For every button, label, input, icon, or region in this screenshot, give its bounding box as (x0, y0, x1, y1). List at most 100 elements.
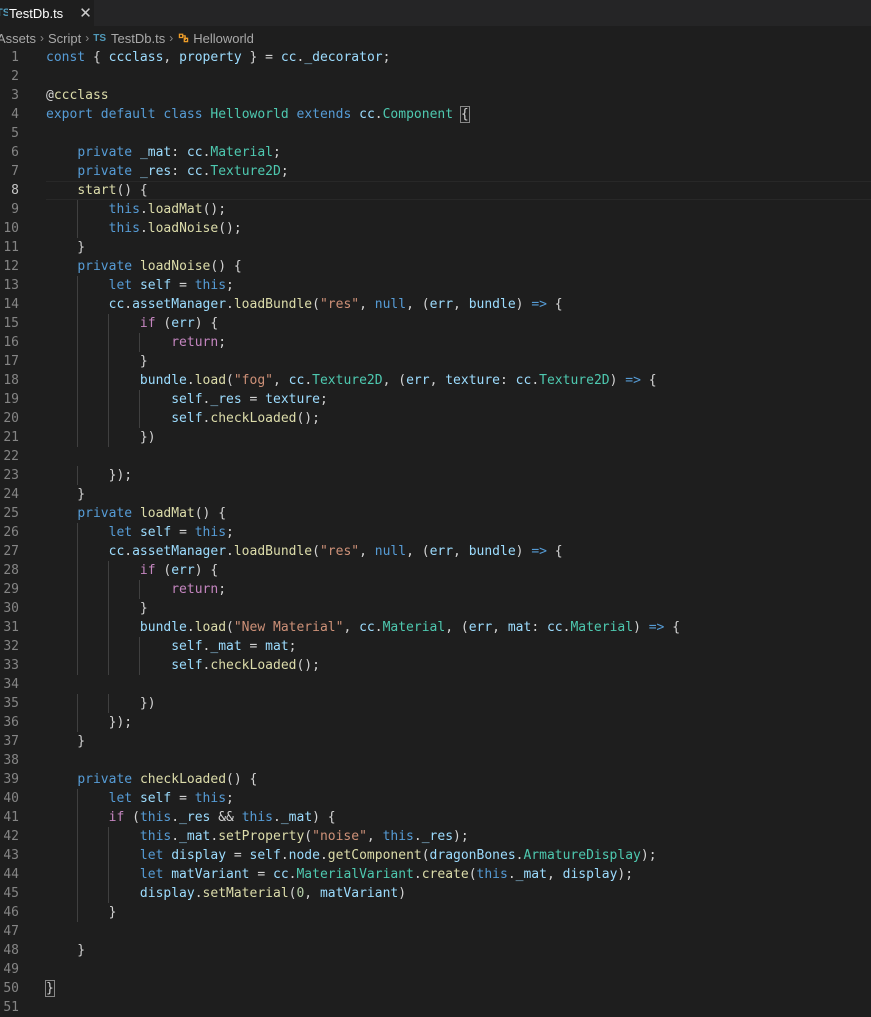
code-line[interactable]: 45 display.setMaterial(0, matVariant) (0, 884, 871, 903)
code-line[interactable]: 1 const { ccclass, property } = cc._decor… (0, 48, 871, 67)
code-line[interactable]: 48 } (0, 941, 871, 960)
code-line[interactable]: 35 }) (0, 694, 871, 713)
code-line[interactable]: 16 return; (0, 333, 871, 352)
code-line[interactable]: 36 }); (0, 713, 871, 732)
line-number: 47 (3, 924, 19, 939)
tab-testdb[interactable]: TS TestDb.ts ✕ (0, 0, 94, 26)
code-token: cc (108, 297, 125, 312)
code-line[interactable]: 24 } (0, 485, 871, 504)
code-line[interactable]: 2 (0, 67, 871, 86)
close-icon[interactable]: ✕ (79, 4, 92, 22)
code-line[interactable]: 18 bundle.load("fog", cc.Texture2D, (err… (0, 371, 871, 390)
code-line[interactable]: 3 @ccclass (0, 86, 871, 105)
code-line[interactable]: 14 cc.assetManager.loadBundle("res", nul… (0, 295, 871, 314)
code-line[interactable]: 26 let self = this; (0, 523, 871, 542)
code-token: start (77, 183, 117, 198)
breadcrumb-item-class[interactable]: Helloworld (193, 31, 254, 46)
code-line[interactable]: 17 } (0, 352, 871, 371)
code-line[interactable]: 4 export default class Helloworld extends… (0, 105, 871, 124)
code-text: } (46, 903, 117, 922)
breadcrumb-item-file[interactable]: TestDb.ts (111, 31, 165, 46)
code-text: } (45, 979, 55, 998)
code-line[interactable]: 6 private _mat: cc.Material; (0, 143, 871, 162)
code-line[interactable]: 50} (0, 979, 871, 998)
code-token: . (194, 886, 203, 901)
code-line[interactable]: 51 (0, 998, 871, 1017)
code-token: ); (640, 848, 657, 863)
code-text: } (46, 485, 85, 504)
code-line[interactable]: 39 private checkLoaded() { (0, 770, 871, 789)
code-token: Material (382, 620, 446, 635)
code-text: let self = this; (46, 789, 234, 808)
code-token: this (194, 278, 227, 293)
code-token: self (171, 639, 203, 654)
code-text: } (46, 732, 85, 751)
code-token: : (171, 145, 187, 160)
code-line[interactable]: 25 private loadMat() { (0, 504, 871, 523)
code-line[interactable]: 38 (0, 751, 871, 770)
code-text: display.setMaterial(0, matVariant) (46, 884, 406, 903)
code-line[interactable]: 28 if (err) { (0, 561, 871, 580)
line-number: 46 (3, 905, 19, 920)
code-line[interactable]: 31 bundle.load("New Material", cc.Materi… (0, 618, 871, 637)
line-number: 18 (3, 373, 19, 388)
code-line[interactable]: 43 let display = self.node.getComponent(… (0, 846, 871, 865)
code-line[interactable]: 8 start() { (0, 181, 871, 200)
code-line[interactable]: 21 }) (0, 428, 871, 447)
code-line[interactable]: 13 let self = this; (0, 276, 871, 295)
code-line[interactable]: 34 (0, 675, 871, 694)
code-token: cc (515, 373, 532, 388)
breadcrumb-item-script[interactable]: Script (48, 31, 81, 46)
code-token: = (241, 639, 266, 654)
code-line[interactable]: 12 private loadNoise() { (0, 257, 871, 276)
code-line[interactable]: 37 } (0, 732, 871, 751)
code-token: ; (218, 582, 227, 597)
code-line[interactable]: 19 self._res = texture; (0, 390, 871, 409)
code-line[interactable]: 11 } (0, 238, 871, 257)
code-line[interactable]: 27 cc.assetManager.loadBundle("res", nul… (0, 542, 871, 561)
code-token: bundle (139, 373, 187, 388)
breadcrumb-item-assets[interactable]: Assets (0, 31, 36, 46)
code-line[interactable]: 23 }); (0, 466, 871, 485)
code-line[interactable]: 40 let self = this; (0, 789, 871, 808)
code-token: , (453, 297, 469, 312)
code-line[interactable]: 10 this.loadNoise(); (0, 219, 871, 238)
code-token: } (46, 354, 148, 369)
code-line[interactable]: 42 this._mat.setProperty("noise", this._… (0, 827, 871, 846)
code-token: this (194, 791, 227, 806)
line-number: 29 (3, 582, 19, 597)
code-text: }) (46, 428, 156, 447)
code-line[interactable]: 9 this.loadMat(); (0, 200, 871, 219)
line-number: 26 (3, 525, 19, 540)
code-token: } (46, 240, 86, 255)
code-token: let (108, 525, 133, 540)
code-token: , (546, 867, 563, 882)
code-line[interactable]: 30 } (0, 599, 871, 618)
code-line[interactable]: 44 let matVariant = cc.MaterialVariant.c… (0, 865, 871, 884)
code-line[interactable]: 7 private _res: cc.Texture2D; (0, 162, 871, 181)
code-token: }); (46, 715, 133, 730)
code-line[interactable]: 47 (0, 922, 871, 941)
code-line[interactable]: 46 } (0, 903, 871, 922)
code-token: , (359, 544, 375, 559)
code-line[interactable]: 22 (0, 447, 871, 466)
code-line[interactable]: 29 return; (0, 580, 871, 599)
line-number: 1 (11, 50, 19, 65)
code-line[interactable]: 33 self.checkLoaded(); (0, 656, 871, 675)
tab-label: TestDb.ts (9, 5, 64, 21)
code-token: export (46, 107, 93, 122)
code-line[interactable]: 5 (0, 124, 871, 143)
code-line[interactable]: 15 if (err) { (0, 314, 871, 333)
code-line[interactable]: 32 self._mat = mat; (0, 637, 871, 656)
code-line[interactable]: 49 (0, 960, 871, 979)
code-text: const { ccclass, property } = cc._decora… (46, 48, 390, 67)
code-token: ArmatureDisplay (523, 848, 641, 863)
code-line[interactable]: 41 if (this._res && this._mat) { (0, 808, 871, 827)
code-token: { (85, 50, 109, 65)
code-token: texture (265, 392, 320, 407)
code-editor[interactable]: 1 const { ccclass, property } = cc._decor… (0, 48, 871, 1017)
code-line[interactable]: 20 self.checkLoaded(); (0, 409, 871, 428)
